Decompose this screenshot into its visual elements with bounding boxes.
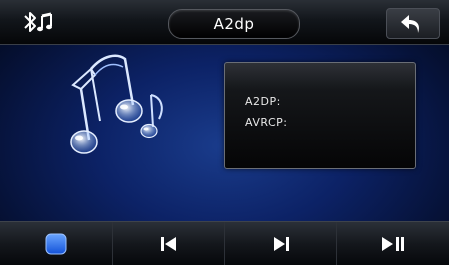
previous-track-icon [161, 237, 176, 251]
playback-controls [0, 221, 449, 265]
stop-icon [45, 233, 67, 255]
back-arrow-icon [401, 15, 419, 33]
a2dp-status-label: A2DP: [245, 95, 281, 108]
avrcp-status-label: AVRCP: [245, 116, 288, 129]
a2dp-screen: A2dp A2DP: AVRCP: [0, 0, 449, 265]
page-title: A2dp [168, 9, 300, 39]
stop-button[interactable] [0, 222, 112, 265]
back-button[interactable] [386, 8, 440, 39]
play-pause-button[interactable] [336, 222, 449, 265]
next-track-button[interactable] [224, 222, 337, 265]
connection-info-panel: A2DP: AVRCP: [224, 62, 416, 169]
next-track-icon [274, 237, 289, 251]
music-notes-icon [70, 54, 163, 154]
bluetooth-music-icon [24, 12, 52, 32]
play-pause-icon [382, 237, 404, 251]
previous-track-button[interactable] [112, 222, 225, 265]
top-bar: A2dp [0, 0, 449, 45]
bluetooth-music-button[interactable] [22, 8, 62, 36]
